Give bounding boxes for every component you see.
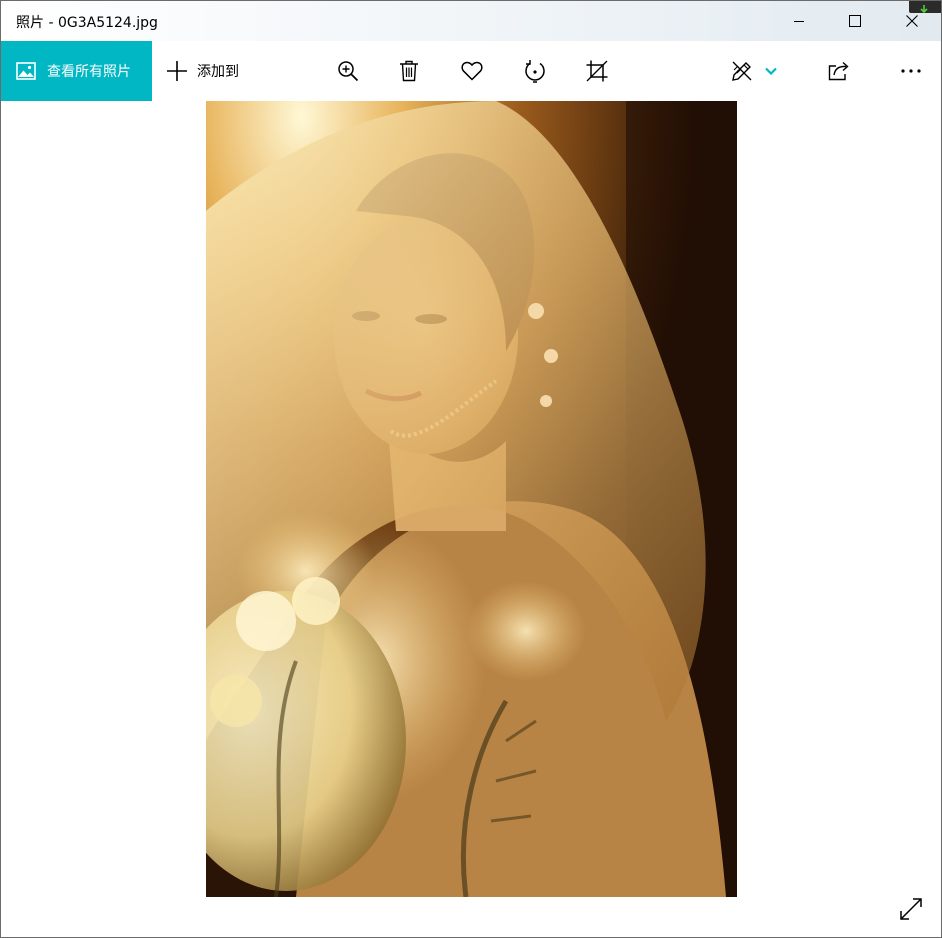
plus-icon xyxy=(166,60,188,82)
title-bar[interactable]: 照片 - 0G3A5124.jpg xyxy=(1,1,941,41)
expand-icon xyxy=(900,898,922,920)
add-to-button[interactable]: 添加到 xyxy=(152,41,257,101)
maximize-icon xyxy=(849,15,861,27)
see-all-photos-label: 查看所有照片 xyxy=(47,64,131,80)
crop-icon xyxy=(586,60,608,82)
toolbar: 查看所有照片 添加到 xyxy=(1,41,941,101)
picture-icon xyxy=(16,62,36,80)
rotate-icon xyxy=(525,60,545,83)
more-options-button[interactable] xyxy=(891,41,931,101)
chevron-down-icon xyxy=(765,67,777,75)
fullscreen-button[interactable] xyxy=(891,889,931,929)
edit-create-dropdown[interactable] xyxy=(753,41,789,101)
trash-icon xyxy=(400,60,418,82)
add-to-label: 添加到 xyxy=(197,64,239,80)
edit-create-icon xyxy=(732,61,752,81)
window-title: 照片 - 0G3A5124.jpg xyxy=(16,15,158,31)
close-icon xyxy=(906,15,918,27)
minimize-button[interactable] xyxy=(771,1,827,41)
favorite-button[interactable] xyxy=(452,41,492,101)
bride-photo-illustration xyxy=(206,101,737,897)
photo-image[interactable] xyxy=(206,101,737,897)
heart-icon xyxy=(461,61,483,81)
more-icon xyxy=(901,69,921,73)
crop-button[interactable] xyxy=(577,41,617,101)
see-all-photos-button[interactable]: 查看所有照片 xyxy=(1,41,152,101)
rotate-button[interactable] xyxy=(515,41,555,101)
share-icon xyxy=(828,61,849,81)
zoom-in-icon xyxy=(338,61,359,82)
photos-app-window: 照片 - 0G3A5124.jpg 查看所有照片 添加到 xyxy=(0,0,942,938)
minimize-icon xyxy=(794,21,804,22)
maximize-button[interactable] xyxy=(827,1,883,41)
close-button[interactable] xyxy=(884,1,940,41)
photo-viewer[interactable] xyxy=(1,101,941,937)
share-button[interactable] xyxy=(819,41,859,101)
zoom-button[interactable] xyxy=(328,41,368,101)
delete-button[interactable] xyxy=(389,41,429,101)
